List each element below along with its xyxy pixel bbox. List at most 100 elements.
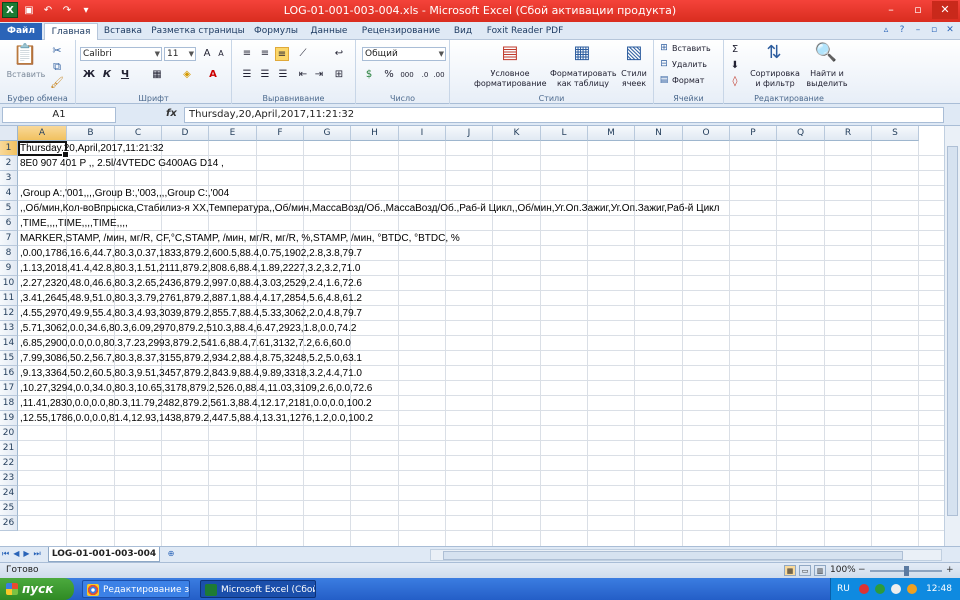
doc-minimize-icon[interactable]: –: [912, 24, 924, 36]
row-header[interactable]: 3: [0, 171, 18, 186]
row-header[interactable]: 4: [0, 186, 18, 201]
cell-styles-icon[interactable]: ▧: [622, 42, 646, 63]
row-header[interactable]: 25: [0, 501, 18, 516]
cell-text[interactable]: ,,Об/мин,Кол-воВпрыска,Стабилиз-я XX,Тем…: [20, 201, 719, 216]
shrink-font-icon[interactable]: A: [214, 47, 228, 61]
name-box[interactable]: A1: [2, 107, 116, 123]
column-header[interactable]: L: [541, 126, 588, 141]
horizontal-scrollbar[interactable]: [430, 549, 942, 561]
column-header[interactable]: I: [399, 126, 446, 141]
row-header[interactable]: 8: [0, 246, 18, 261]
row-header[interactable]: 23: [0, 471, 18, 486]
row-header[interactable]: 22: [0, 456, 18, 471]
column-header[interactable]: M: [588, 126, 635, 141]
tray-volume-icon[interactable]: [891, 584, 901, 594]
grow-font-icon[interactable]: A: [200, 47, 214, 61]
cell-text[interactable]: ,10.27,3294,0.0,34.0,80.3,10.65,3178,879…: [20, 381, 372, 396]
row-header[interactable]: 19: [0, 411, 18, 426]
align-center-icon[interactable]: ☰: [258, 68, 272, 82]
paste-button[interactable]: Вставить: [4, 70, 48, 79]
maximize-button[interactable]: ▫: [905, 1, 931, 19]
tab-file[interactable]: Файл: [0, 23, 42, 40]
column-header[interactable]: S: [872, 126, 919, 141]
tab-view[interactable]: Вид: [450, 23, 476, 40]
language-indicator[interactable]: RU: [837, 578, 850, 600]
next-sheet-icon[interactable]: ▶: [23, 549, 29, 559]
column-header[interactable]: C: [115, 126, 162, 141]
cell-text[interactable]: ,1.13,2018,41.4,42.8,80.3,1.51,2111,879.…: [20, 261, 360, 276]
align-right-icon[interactable]: ☰: [276, 68, 290, 82]
row-header[interactable]: 17: [0, 381, 18, 396]
zoom-out-button[interactable]: −: [858, 563, 866, 578]
cell-text[interactable]: ,TIME,,,,TIME,,,,TIME,,,,: [20, 216, 128, 231]
merge-center-icon[interactable]: ⊞: [332, 68, 346, 82]
active-cell-selection[interactable]: [18, 141, 69, 158]
prev-sheet-icon[interactable]: ◀: [13, 549, 19, 559]
tab-formulas[interactable]: Формулы: [250, 23, 302, 40]
find-select-icon[interactable]: 🔍: [814, 42, 838, 63]
decrease-indent-icon[interactable]: ⇤: [296, 68, 310, 82]
zoom-in-button[interactable]: +: [946, 563, 954, 578]
format-cells-icon[interactable]: ▤: [658, 75, 670, 85]
align-left-icon[interactable]: ☰: [240, 68, 254, 82]
taskbar-item-excel[interactable]: Microsoft Excel (Сбой...: [200, 580, 316, 598]
new-sheet-icon[interactable]: ⊕: [164, 549, 178, 560]
cut-icon[interactable]: ✂: [50, 44, 64, 57]
tab-insert[interactable]: Вставка: [100, 23, 146, 40]
cell-text[interactable]: ,5.71,3062,0.0,34.6,80.3,6.09,2970,879.2…: [20, 321, 356, 336]
doc-restore-icon[interactable]: ▫: [928, 24, 940, 36]
orientation-icon[interactable]: ⟋: [296, 47, 310, 61]
conditional-format-button[interactable]: Условное форматирование: [474, 69, 547, 89]
column-header[interactable]: H: [351, 126, 399, 141]
cell-text[interactable]: ,0.00,1786,16.6,44.7,80.3,0.37,1833,879.…: [20, 246, 362, 261]
align-bottom-icon[interactable]: ≡: [275, 47, 289, 61]
paste-icon[interactable]: 📋: [12, 42, 38, 66]
column-header[interactable]: J: [446, 126, 493, 141]
help-icon[interactable]: ?: [896, 24, 908, 36]
format-cells-button[interactable]: Формат: [672, 76, 704, 85]
row-header[interactable]: 21: [0, 441, 18, 456]
row-header[interactable]: 16: [0, 366, 18, 381]
column-header[interactable]: N: [635, 126, 683, 141]
row-header[interactable]: 20: [0, 426, 18, 441]
sheet-tab[interactable]: LOG-01-001-003-004: [48, 547, 160, 562]
cell-text[interactable]: 8E0 907 401 P ,, 2.5l/4VTEDC G400AG D14 …: [20, 156, 224, 171]
wrap-text-icon[interactable]: ↩: [332, 47, 346, 61]
decrease-decimal-icon[interactable]: .00: [432, 68, 446, 82]
tab-data[interactable]: Данные: [306, 23, 352, 40]
column-header[interactable]: P: [730, 126, 777, 141]
cell-text[interactable]: ,4.55,2970,49.9,55.4,80.3,4.93,3039,879.…: [20, 306, 362, 321]
worksheet-grid[interactable]: A B C D E F G H I J K L M N O P Q R S 1 2 3 4 5 6 7 8 9 10 11 12 13 14 15…: [0, 126, 944, 546]
row-header[interactable]: 1: [0, 141, 18, 156]
row-header[interactable]: 10: [0, 276, 18, 291]
row-header[interactable]: 13: [0, 321, 18, 336]
format-as-table-button[interactable]: Форматировать как таблицу: [550, 69, 617, 89]
tab-foxit[interactable]: Foxit Reader PDF: [484, 23, 566, 40]
tab-page-layout[interactable]: Разметка страницы: [150, 23, 246, 40]
cell-text[interactable]: ,9.13,3364,50.2,60.5,80.3,9.51,3457,879.…: [20, 366, 362, 381]
tab-home[interactable]: Главная: [44, 23, 98, 40]
column-header[interactable]: K: [493, 126, 541, 141]
row-header[interactable]: 12: [0, 306, 18, 321]
percent-button[interactable]: %: [382, 68, 396, 82]
currency-icon[interactable]: $: [362, 68, 376, 82]
taskbar-item-browser[interactable]: Редактирование за...: [82, 580, 190, 598]
minimize-button[interactable]: –: [878, 1, 904, 19]
italic-button[interactable]: К: [100, 68, 114, 82]
start-button[interactable]: пуск: [0, 578, 74, 600]
font-size-combo[interactable]: 11 ▼: [164, 47, 196, 61]
vertical-scrollbar[interactable]: [944, 126, 960, 546]
page-break-view-icon[interactable]: ▥: [814, 565, 826, 576]
align-middle-icon[interactable]: ≡: [258, 47, 272, 61]
align-top-icon[interactable]: ≡: [240, 47, 254, 61]
row-header[interactable]: 18: [0, 396, 18, 411]
row-header[interactable]: 6: [0, 216, 18, 231]
row-header[interactable]: 11: [0, 291, 18, 306]
doc-close-icon[interactable]: ✕: [944, 24, 956, 36]
normal-view-icon[interactable]: ▦: [784, 565, 796, 576]
find-select-button[interactable]: Найти и выделить: [804, 69, 850, 89]
row-header[interactable]: 14: [0, 336, 18, 351]
column-header[interactable]: E: [209, 126, 257, 141]
column-header[interactable]: O: [683, 126, 730, 141]
fill-color-icon[interactable]: ◈: [180, 68, 194, 82]
